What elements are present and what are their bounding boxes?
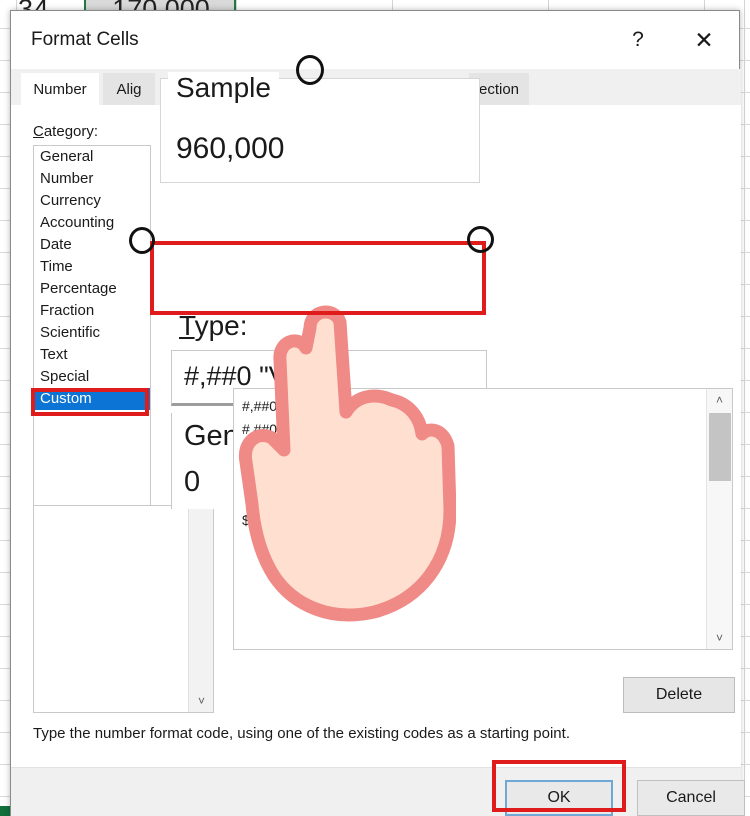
category-item-currency[interactable]: Currency xyxy=(34,190,150,212)
category-item-accounting[interactable]: Accounting xyxy=(34,212,150,234)
category-item-special[interactable]: Special xyxy=(34,366,150,388)
dialog-footer: OK Cancel xyxy=(11,767,745,816)
category-item-scientific[interactable]: Scientific xyxy=(34,322,150,344)
type-list-item[interactable]: #,##0 xyxy=(234,395,732,418)
type-list-item[interactable]: $ xyxy=(234,509,732,532)
format-hint-text: Type the number format code, using one o… xyxy=(33,725,570,742)
chevron-down-icon[interactable]: ˅ xyxy=(707,627,732,649)
type-listbox[interactable]: #,##0 #,##0.00 ; ;; $ ˄ ˅ xyxy=(233,388,733,650)
sample-label: Sample xyxy=(168,72,279,104)
dialog-title: Format Cells xyxy=(31,29,139,50)
category-list[interactable]: General Number Currency Accounting Date … xyxy=(33,145,151,515)
type-label: Type: xyxy=(179,310,248,341)
category-item-date[interactable]: Date xyxy=(34,234,150,256)
chevron-up-icon[interactable]: ˄ xyxy=(707,389,732,411)
cancel-button[interactable]: Cancel xyxy=(637,780,745,816)
tab-number[interactable]: Number xyxy=(21,73,99,105)
category-item-number[interactable]: Number xyxy=(34,168,150,190)
custom-codes-scrollbar[interactable]: ˅ xyxy=(188,506,213,712)
category-item-time[interactable]: Time xyxy=(34,256,150,278)
chevron-down-icon[interactable]: ˅ xyxy=(189,690,214,712)
grid-line xyxy=(744,0,745,816)
sample-value: 960,000 xyxy=(176,132,285,165)
type-list-scrollbar[interactable]: ˄ ˅ xyxy=(706,389,732,649)
delete-button[interactable]: Delete xyxy=(623,677,735,713)
category-item-general[interactable]: General xyxy=(34,146,150,168)
category-item-percentage[interactable]: Percentage xyxy=(34,278,150,300)
ok-button[interactable]: OK xyxy=(505,780,613,816)
type-list-item[interactable]: ; xyxy=(234,441,732,464)
dialog-body: Category: General Number Currency Accoun… xyxy=(11,105,741,767)
category-item-fraction[interactable]: Fraction xyxy=(34,300,150,322)
dialog-titlebar: Format Cells ? ✕ xyxy=(11,11,739,69)
category-label: Category: xyxy=(33,123,99,140)
type-list-item[interactable]: ;; xyxy=(234,464,732,487)
custom-codes-listbox[interactable]: ˅ xyxy=(33,505,214,713)
tab-alignment[interactable]: Alig xyxy=(103,73,155,105)
close-icon[interactable]: ✕ xyxy=(687,25,721,55)
help-icon[interactable]: ? xyxy=(621,25,655,55)
type-list-item[interactable]: #,##0.00 xyxy=(234,418,732,441)
screenshot-root: 34 170,000 Format Cells ? ✕ Number Alig … xyxy=(0,0,750,816)
category-item-text[interactable]: Text xyxy=(34,344,150,366)
category-item-custom[interactable]: Custom xyxy=(34,388,150,410)
scrollbar-thumb[interactable] xyxy=(709,413,731,481)
